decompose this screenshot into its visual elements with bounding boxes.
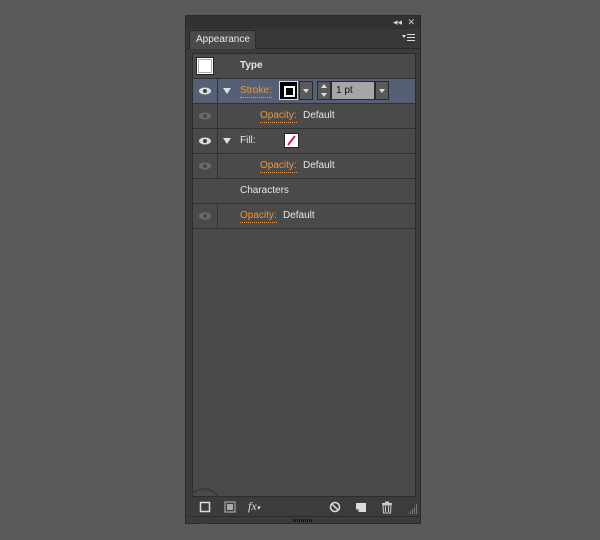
visibility-toggle[interactable] xyxy=(193,154,218,178)
add-new-fill-icon[interactable] xyxy=(224,500,236,514)
fill-none-swatch[interactable] xyxy=(284,133,299,148)
opacity-value: Default xyxy=(303,110,335,121)
panel-menu-icon[interactable] xyxy=(402,33,416,43)
characters-row[interactable]: Characters xyxy=(193,179,415,204)
opacity-label-link[interactable]: Opacity: xyxy=(260,110,297,123)
stroke-color-swatch[interactable] xyxy=(279,81,298,100)
stroke-label-link[interactable]: Stroke: xyxy=(240,85,272,98)
tab-appearance[interactable]: Appearance xyxy=(189,30,256,49)
duplicate-item-icon[interactable] xyxy=(355,500,367,514)
stroke-weight-input[interactable]: 1 pt xyxy=(331,81,375,100)
visibility-toggle[interactable] xyxy=(193,79,218,103)
panel-titlebar[interactable]: ◂◂ ✕ xyxy=(186,16,420,29)
fill-opacity-row[interactable]: Opacity: Default xyxy=(193,154,415,179)
clear-appearance-icon[interactable] xyxy=(329,500,341,514)
opacity-value: Default xyxy=(283,210,315,221)
fx-label: fx xyxy=(248,499,257,513)
bottom-toolbar: fx▾ xyxy=(186,498,420,516)
disclosure-triangle-icon[interactable] xyxy=(223,88,231,94)
panel-grip-bar[interactable] xyxy=(186,516,420,525)
stroke-opacity-row[interactable]: Opacity: Default xyxy=(193,104,415,129)
fill-label: Fill: xyxy=(240,135,256,146)
stroke-color-dropdown[interactable] xyxy=(299,81,313,100)
delete-item-icon[interactable] xyxy=(381,500,393,514)
stroke-weight-stepper[interactable] xyxy=(317,81,331,100)
visibility-toggle[interactable] xyxy=(193,129,218,153)
close-icon[interactable]: ✕ xyxy=(407,16,415,29)
opacity-value: Default xyxy=(303,160,335,171)
stroke-row[interactable]: Stroke: 1 pt xyxy=(193,79,415,104)
tab-bar: Appearance xyxy=(186,29,420,49)
eye-icon xyxy=(199,137,211,145)
appearance-panel: ◂◂ ✕ Appearance Type Stroke: 1 pt Opacit… xyxy=(185,15,421,524)
type-header-row[interactable]: Type xyxy=(193,54,415,79)
stroke-weight-dropdown[interactable] xyxy=(375,81,389,100)
eye-icon xyxy=(199,87,211,95)
add-new-stroke-icon[interactable] xyxy=(199,500,211,514)
type-header-label: Type xyxy=(240,60,263,71)
disclosure-triangle-icon[interactable] xyxy=(223,138,231,144)
add-new-effect-icon[interactable]: fx▾ xyxy=(248,499,260,513)
double-left-arrow-icon[interactable]: ◂◂ xyxy=(393,16,402,29)
eye-icon xyxy=(199,162,211,170)
opacity-label-link[interactable]: Opacity: xyxy=(260,160,297,173)
appearance-list: Type Stroke: 1 pt Opacity: Default Fill:… xyxy=(192,53,416,497)
eye-icon xyxy=(199,212,211,220)
opacity-label-link[interactable]: Opacity: xyxy=(240,210,277,223)
resize-handle[interactable] xyxy=(408,504,418,514)
visibility-toggle[interactable] xyxy=(193,104,218,128)
characters-label: Characters xyxy=(240,185,289,196)
type-thumbnail xyxy=(196,57,214,75)
grip-handle[interactable] xyxy=(293,519,313,522)
fill-row[interactable]: Fill: xyxy=(193,129,415,154)
object-opacity-row[interactable]: Opacity: Default xyxy=(193,204,415,229)
visibility-toggle[interactable] xyxy=(193,204,218,228)
eye-icon xyxy=(199,112,211,120)
